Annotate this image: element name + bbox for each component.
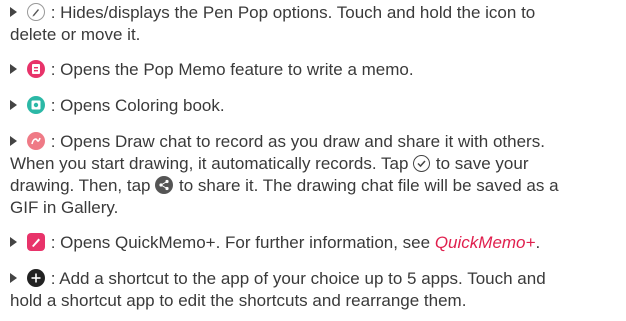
item-text: When you start drawing, it automatically… <box>10 154 409 173</box>
bullet-icon <box>10 237 17 247</box>
item-text: : Opens the Pop Memo feature to write a … <box>50 60 414 79</box>
item-text: : Opens Draw chat to record as you draw … <box>50 132 545 151</box>
bullet-icon <box>10 100 17 110</box>
item-text: to save your <box>435 154 529 173</box>
item-text: : Opens QuickMemo+. For further informat… <box>50 233 431 252</box>
coloring-book-icon <box>27 96 45 114</box>
add-shortcut-icon <box>27 269 45 287</box>
item-text: to share it. The drawing chat file will … <box>178 176 559 195</box>
item-line: drawing. Then, tap to share it. The draw… <box>10 175 616 197</box>
pen-pop-icon <box>27 3 45 21</box>
bullet-icon <box>10 136 17 146</box>
quickmemo-icon <box>27 233 45 251</box>
item-text: : Hides/displays the Pen Pop options. To… <box>50 3 536 22</box>
item-text: . <box>535 233 541 252</box>
item-text: : Add a shortcut to the app of your choi… <box>50 269 546 288</box>
share-icon <box>155 176 174 194</box>
bullet-icon <box>10 64 17 74</box>
list-item-quickmemo: : Opens QuickMemo+. For further informat… <box>10 232 616 254</box>
list-item-add-shortcut: : Add a shortcut to the app of your choi… <box>10 268 616 312</box>
item-line: : Opens the Pop Memo feature to write a … <box>10 59 616 81</box>
checkmark-circle-icon <box>413 155 431 172</box>
draw-chat-icon <box>27 132 45 150</box>
item-line: hold a shortcut app to edit the shortcut… <box>10 291 467 310</box>
help-page: : Hides/displays the Pen Pop options. To… <box>0 0 626 321</box>
bullet-icon <box>10 273 17 283</box>
pop-memo-icon <box>27 60 45 78</box>
item-line: : Hides/displays the Pen Pop options. To… <box>10 2 616 24</box>
quickmemo-link[interactable]: QuickMemo+ <box>435 233 536 252</box>
item-text: drawing. Then, tap <box>10 176 151 195</box>
list-item-draw-chat: : Opens Draw chat to record as you draw … <box>10 131 616 219</box>
item-line: : Opens Coloring book. <box>10 95 616 117</box>
list-item-pen-pop: : Hides/displays the Pen Pop options. To… <box>10 2 616 46</box>
item-line: : Opens QuickMemo+. For further informat… <box>10 232 616 254</box>
item-line: GIF in Gallery. <box>10 198 119 217</box>
list-item-pop-memo: : Opens the Pop Memo feature to write a … <box>10 59 616 81</box>
list-item-coloring-book: : Opens Coloring book. <box>10 95 616 117</box>
item-text: : Opens Coloring book. <box>50 96 225 115</box>
item-line: : Add a shortcut to the app of your choi… <box>10 268 616 290</box>
item-line: When you start drawing, it automatically… <box>10 153 616 175</box>
bullet-icon <box>10 7 17 17</box>
item-line: : Opens Draw chat to record as you draw … <box>10 131 616 153</box>
item-line: delete or move it. <box>10 25 141 44</box>
